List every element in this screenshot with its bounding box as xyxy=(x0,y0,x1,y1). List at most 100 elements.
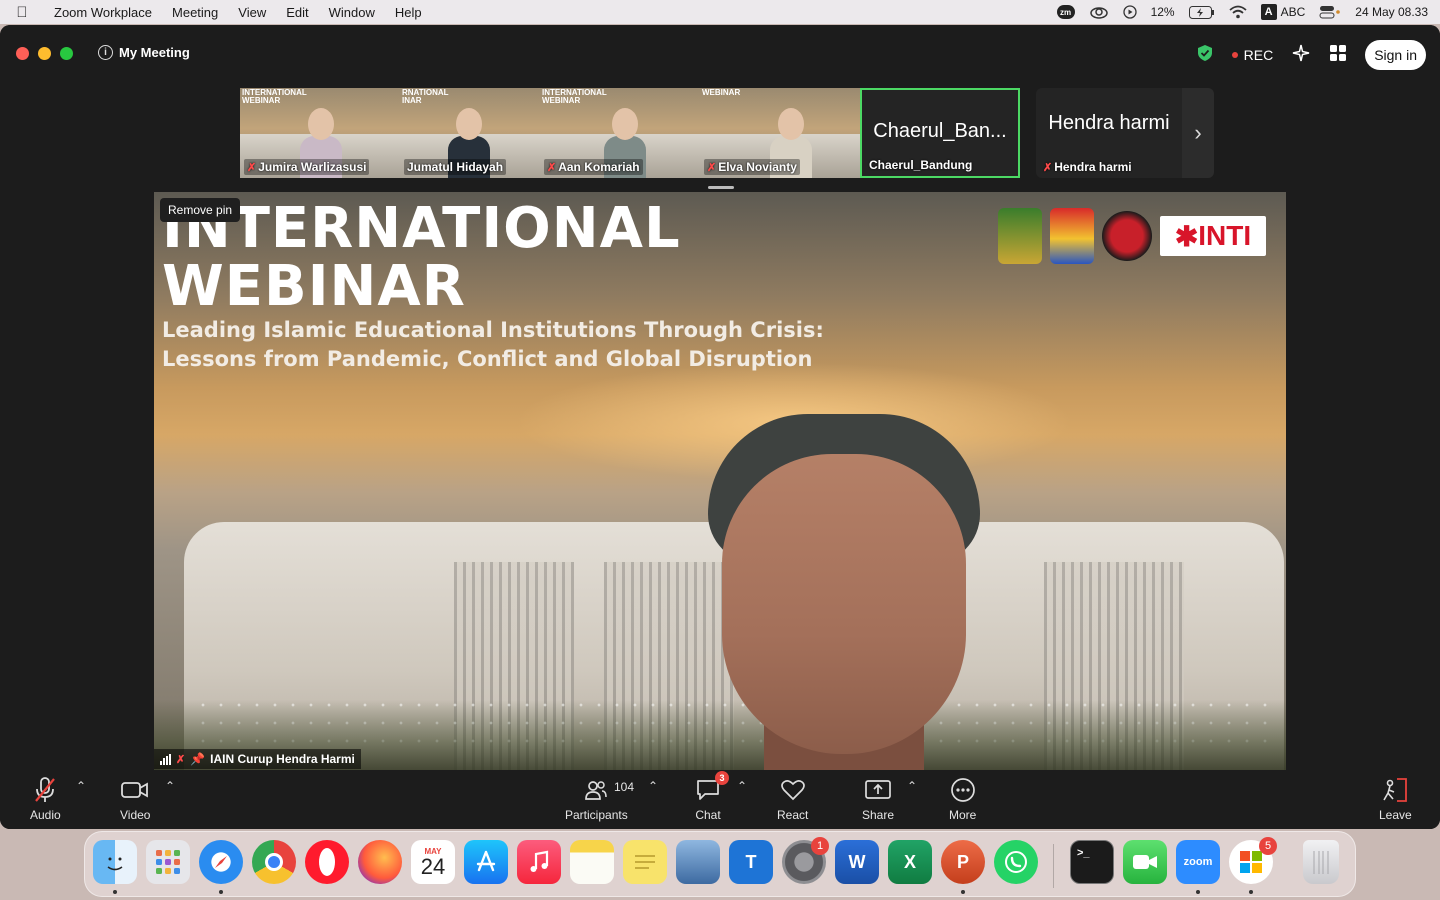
word-icon[interactable]: W xyxy=(835,840,879,884)
remove-pin-button[interactable]: Remove pin xyxy=(160,198,241,222)
sponsor-logos: ✱ INTI xyxy=(998,208,1266,264)
menu-view[interactable]: View xyxy=(228,5,276,20)
creative-cloud-icon[interactable] xyxy=(1089,4,1109,20)
audio-button[interactable]: Audio xyxy=(30,776,61,822)
notes-icon[interactable] xyxy=(570,840,614,884)
next-page-chevron-icon[interactable]: › xyxy=(1182,88,1214,178)
muted-mic-icon: ✗ xyxy=(707,161,717,174)
university-logo-shield xyxy=(1050,208,1094,264)
meeting-title: My Meeting xyxy=(119,45,190,60)
finder-icon[interactable] xyxy=(93,840,137,884)
pinned-speaker-video[interactable]: INTERNATIONAL WEBINAR Leading Islamic Ed… xyxy=(154,192,1286,770)
share-screen-icon xyxy=(865,780,891,799)
menu-bar:  Zoom Workplace Meeting View Edit Windo… xyxy=(0,0,1440,24)
music-icon[interactable] xyxy=(517,840,561,884)
apps-grid-icon[interactable] xyxy=(1329,44,1347,67)
trello-icon[interactable]: T xyxy=(729,840,773,884)
minimize-window-button[interactable] xyxy=(38,47,51,60)
zoom-status-icon[interactable]: zm xyxy=(1056,4,1075,20)
screen-record-icon[interactable] xyxy=(1122,4,1137,20)
powerpoint-icon[interactable]: P xyxy=(941,840,985,884)
excel-letter: X xyxy=(903,851,916,872)
video-label: Video xyxy=(120,808,151,822)
share-options-chevron-icon[interactable]: ⌃ xyxy=(907,779,917,793)
react-label: React xyxy=(777,808,809,822)
date-time[interactable]: 24 May 08.33 xyxy=(1355,5,1428,19)
whatsapp-icon[interactable] xyxy=(994,840,1038,884)
excel-icon[interactable]: X xyxy=(888,840,932,884)
encryption-shield-icon[interactable] xyxy=(1196,44,1214,67)
more-ellipsis-icon xyxy=(950,778,975,802)
menu-window[interactable]: Window xyxy=(319,5,385,20)
menu-app-name[interactable]: Zoom Workplace xyxy=(44,5,162,20)
firefox-icon[interactable] xyxy=(358,840,402,884)
university-logo-red xyxy=(1102,211,1152,261)
stickies-icon[interactable] xyxy=(623,840,667,884)
audio-options-chevron-icon[interactable]: ⌃ xyxy=(76,779,86,793)
heart-icon xyxy=(780,780,805,801)
participant-display-name: Hendra harmi xyxy=(1048,112,1170,134)
strip-resize-handle[interactable] xyxy=(708,186,734,189)
battery-charging-icon[interactable] xyxy=(1188,4,1215,20)
share-button[interactable]: Share xyxy=(862,776,894,822)
title-bar: i My Meeting REC Sign in xyxy=(0,25,1440,83)
muted-mic-icon: ✗ xyxy=(1043,161,1053,174)
sign-in-button[interactable]: Sign in xyxy=(1365,40,1426,70)
participants-options-chevron-icon[interactable]: ⌃ xyxy=(648,779,658,793)
input-source-icon[interactable]: A xyxy=(1260,4,1277,20)
inti-logo-text: INTI xyxy=(1198,220,1252,251)
opera-icon[interactable] xyxy=(305,840,349,884)
react-button[interactable]: React xyxy=(777,776,808,822)
app-store-icon[interactable] xyxy=(464,840,508,884)
chat-unread-badge: 3 xyxy=(715,771,729,785)
running-indicator xyxy=(1196,890,1200,894)
thumbnail-slide-header: INTERNATIONAL WEBINAR xyxy=(542,88,607,105)
leave-button[interactable]: Leave xyxy=(1379,776,1412,822)
terminal-icon[interactable]: >_ xyxy=(1070,840,1114,884)
participant-name-tag: ✗ Aan Komariah xyxy=(544,159,643,175)
trash-icon[interactable] xyxy=(1303,840,1339,884)
mic-muted-icon xyxy=(35,777,56,802)
slide-title-line: WEBINAR xyxy=(162,254,466,319)
menu-edit[interactable]: Edit xyxy=(276,5,318,20)
launchpad-icon[interactable] xyxy=(146,840,190,884)
dock-separator xyxy=(1053,844,1054,888)
participant-name: Hendra harmi xyxy=(1054,160,1132,174)
meeting-info[interactable]: i My Meeting xyxy=(98,45,190,60)
thumbnail-slide-header: RNATIONAL INAR xyxy=(402,88,449,105)
slide-subtitle-line: Lessons from Pandemic, Conflict and Glob… xyxy=(162,347,813,371)
video-button[interactable]: Video xyxy=(120,776,150,822)
participant-name: Jumira Warlizasusi xyxy=(258,160,367,174)
participant-name-tag: Jumatul Hidayah xyxy=(404,159,507,175)
close-window-button[interactable] xyxy=(16,47,29,60)
menu-help[interactable]: Help xyxy=(385,5,432,20)
wifi-icon[interactable] xyxy=(1229,4,1247,20)
video-options-chevron-icon[interactable]: ⌃ xyxy=(165,779,175,793)
chrome-icon[interactable] xyxy=(252,840,296,884)
safari-icon[interactable] xyxy=(199,840,243,884)
menu-meeting[interactable]: Meeting xyxy=(162,5,228,20)
zoom-app-icon[interactable]: zoom xyxy=(1176,840,1220,884)
participant-thumbnail-active-speaker[interactable]: Chaerul_Ban... Chaerul_Bandung xyxy=(860,88,1020,178)
participant-thumbnail[interactable]: RNATIONAL INAR Jumatul Hidayah xyxy=(400,88,540,178)
apple-menu-icon[interactable]:  xyxy=(0,4,44,21)
preview-icon[interactable] xyxy=(676,840,720,884)
participant-thumbnail[interactable]: INTERNATIONAL WEBINAR ✗ Jumira Warlizasus… xyxy=(240,88,400,178)
participant-thumbnail[interactable]: Hendra harmi ✗ Hendra harmi xyxy=(1036,88,1182,178)
thumbnail-slide-header: INTERNATIONAL WEBINAR xyxy=(242,88,307,105)
recording-indicator[interactable]: REC xyxy=(1231,47,1273,63)
participant-thumbnail[interactable]: INTERNATIONAL WEBINAR ✗ Aan Komariah xyxy=(540,88,700,178)
ai-companion-icon[interactable] xyxy=(1291,43,1311,68)
info-icon: i xyxy=(98,45,113,60)
status-area: zm 12% A ABC 24 May 08.33 xyxy=(1056,4,1440,20)
trello-letter: T xyxy=(745,851,757,872)
more-button[interactable]: More xyxy=(949,776,976,822)
fullscreen-window-button[interactable] xyxy=(60,47,73,60)
chat-options-chevron-icon[interactable]: ⌃ xyxy=(737,779,747,793)
facetime-icon[interactable] xyxy=(1123,840,1167,884)
calendar-day: 24 xyxy=(420,853,446,879)
participant-thumbnail[interactable]: WEBINAR ✗ Elva Novianty xyxy=(700,88,860,178)
calendar-icon[interactable]: MAY 24 xyxy=(411,840,455,884)
control-center-icon[interactable] xyxy=(1319,4,1341,20)
slide-subtitle-line: Leading Islamic Educational Institutions… xyxy=(162,318,824,342)
